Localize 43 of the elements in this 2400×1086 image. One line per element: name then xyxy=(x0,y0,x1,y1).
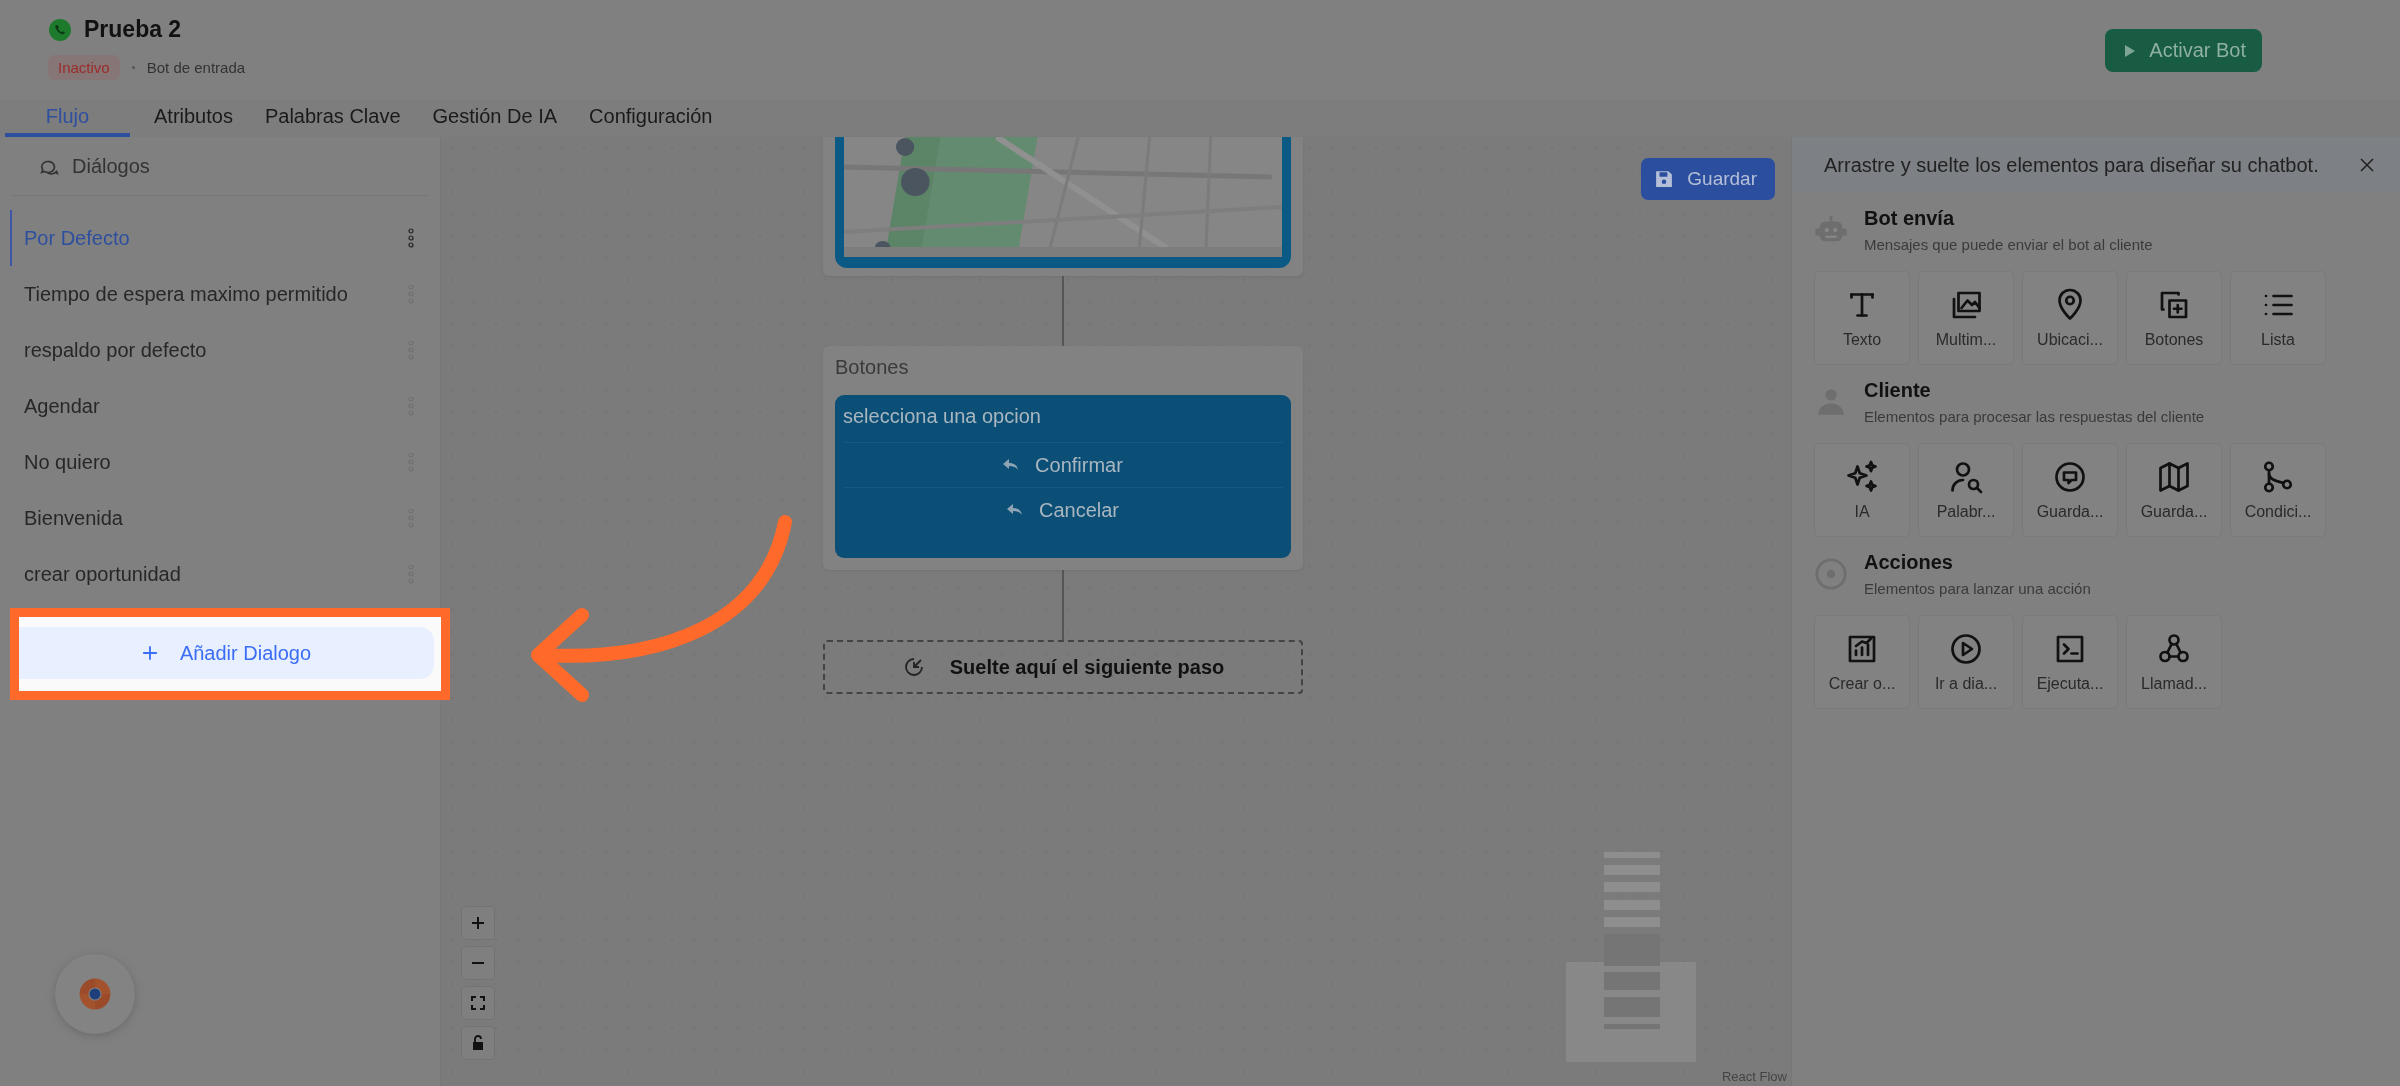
element-tile[interactable]: Ejecuta... xyxy=(2022,615,2118,709)
dialog-item[interactable]: respaldo por defecto xyxy=(10,322,440,378)
activate-bot-button[interactable]: Activar Bot xyxy=(2105,29,2262,72)
save-button[interactable]: Guardar xyxy=(1641,158,1775,200)
dialog-item[interactable]: Tiempo de espera maximo permitido xyxy=(10,266,440,322)
node-title: Botones xyxy=(835,356,910,379)
section-title: Cliente xyxy=(1864,379,1932,402)
dialog-item[interactable]: No quiero xyxy=(10,434,440,490)
element-tile[interactable]: IA xyxy=(1814,443,1910,537)
element-tile[interactable]: Ir a dia... xyxy=(1918,615,2014,709)
reply-option[interactable]: Cancelar xyxy=(843,488,1283,532)
bot-type: Bot de entrada xyxy=(146,59,246,76)
dialog-item[interactable]: Bienvenida xyxy=(10,490,440,546)
status-badge: Inactivo xyxy=(48,55,120,80)
dialog-item[interactable]: Agendar xyxy=(10,378,440,434)
tab[interactable]: Atributos xyxy=(138,100,249,137)
section-subtitle: Elementos para procesar las respuestas del cliente xyxy=(1864,408,2205,425)
element-tile[interactable]: Texto xyxy=(1814,271,1910,365)
element-tile[interactable]: Guarda... xyxy=(2126,443,2222,537)
tab[interactable]: Configuración xyxy=(573,100,729,137)
tab[interactable]: Gestión De IA xyxy=(416,100,574,137)
element-tile[interactable]: Palabr... xyxy=(1918,443,2014,537)
element-tile[interactable]: Guarda... xyxy=(2022,443,2118,537)
section-title: Acciones xyxy=(1864,551,1954,574)
element-tile[interactable]: Ubicaci... xyxy=(2022,271,2118,365)
element-tile[interactable]: Llamad... xyxy=(2126,615,2222,709)
element-tile[interactable]: Crear o... xyxy=(1814,615,1910,709)
element-tile[interactable]: Lista xyxy=(2230,271,2326,365)
message-text: selecciona una opcion xyxy=(843,405,1283,443)
section-subtitle: Mensajes que puede enviar el bot al cliente xyxy=(1864,236,2153,253)
dialog-item[interactable]: crear oportunidad xyxy=(10,546,440,602)
sidebar-title: Diálogos xyxy=(72,154,150,178)
add-dialog-button[interactable]: Añadir Dialogo xyxy=(19,627,434,679)
reply-option[interactable]: Confirmar xyxy=(843,443,1283,488)
tab[interactable]: Palabras Clave xyxy=(248,100,417,137)
drop-zone[interactable]: Suelte aquí el siguiente paso xyxy=(823,640,1303,694)
bot-title: Prueba 2 xyxy=(84,16,182,43)
section-title: Bot envía xyxy=(1864,207,1956,230)
hint-text: Arrastre y suelte los elementos para diseñar su chatbot. xyxy=(1824,153,2319,177)
element-tile[interactable]: Multim... xyxy=(1918,271,2014,365)
element-tile[interactable]: Botones xyxy=(2126,271,2222,365)
element-tile[interactable]: Condici... xyxy=(2230,443,2326,537)
section-subtitle: Elementos para lanzar una acción xyxy=(1864,580,2091,597)
